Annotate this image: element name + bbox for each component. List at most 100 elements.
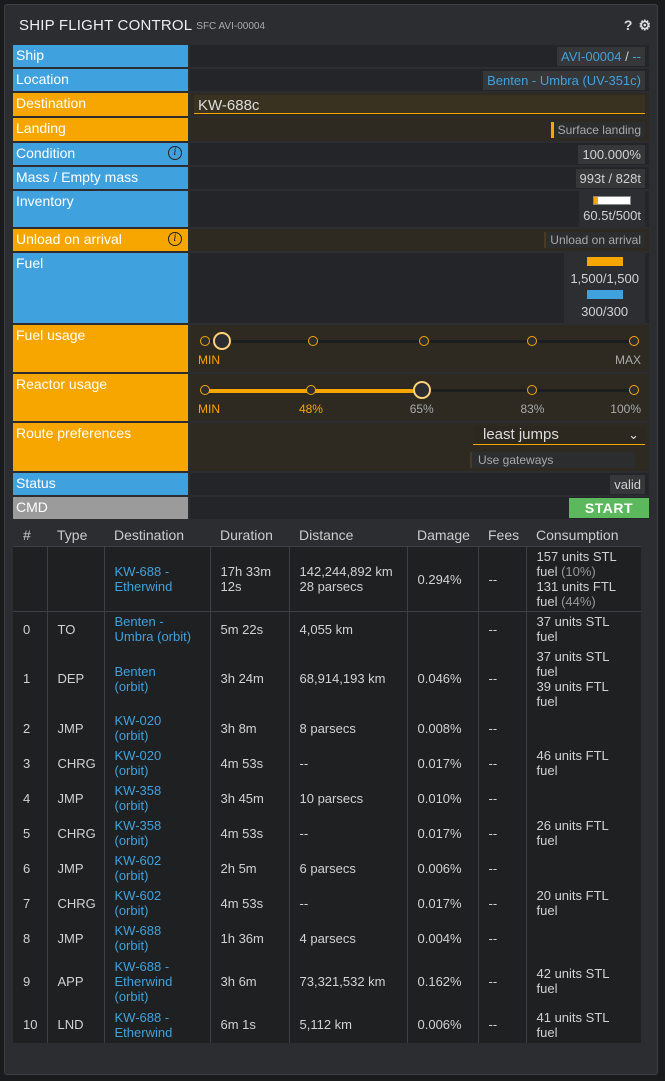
- info-icon[interactable]: i: [168, 232, 182, 246]
- gear-icon[interactable]: ⚙: [638, 17, 651, 34]
- row-num-text: 6: [23, 860, 31, 876]
- destination-link[interactable]: (orbit): [115, 938, 149, 953]
- destination-link[interactable]: KW-020: [115, 713, 162, 728]
- summary-row: KW-688 - Etherwind 17h 33m 12s 142,244,89…: [13, 546, 641, 612]
- destination-link[interactable]: KW-688: [115, 923, 162, 938]
- table-row: 6 JMP KW-602 (orbit) 2h 5m 6 parsecs 0.006% --: [13, 850, 641, 886]
- row-destination[interactable]: KW-358 (orbit): [103, 815, 210, 851]
- destination-link[interactable]: KW-602: [115, 853, 162, 868]
- summary-destination[interactable]: KW-688 - Etherwind: [103, 546, 210, 612]
- row-type: DEP: [46, 646, 104, 711]
- route-select-value: least jumps: [483, 426, 559, 443]
- fuel-usage-handle[interactable]: [213, 332, 231, 350]
- info-icon[interactable]: i: [168, 146, 182, 160]
- row-distance-text: 5,112 km: [299, 1017, 353, 1032]
- row-duration: 4m 53s: [209, 745, 289, 781]
- row-consumption: [525, 710, 641, 746]
- reactor-usage-stop[interactable]: [200, 385, 210, 395]
- reactor-usage-slider[interactable]: MIN 48% 65% 83% 100%: [198, 374, 641, 421]
- cmd-label: CMD: [13, 497, 188, 519]
- route-select[interactable]: least jumps ⌄: [473, 426, 645, 445]
- consumption-line: 42 units STL: [536, 966, 610, 981]
- ship-value: AVI-00004 / --: [557, 46, 645, 66]
- row-type: LND: [46, 1006, 104, 1043]
- destination-link[interactable]: KW-688 -: [115, 1010, 170, 1025]
- col-distance: Distance: [289, 523, 407, 547]
- row-fees-text: --: [488, 895, 498, 911]
- destination-link[interactable]: KW-688 -: [115, 959, 170, 974]
- fuel-usage-stop[interactable]: [527, 336, 538, 346]
- destination-link[interactable]: (orbit): [115, 903, 149, 918]
- destination-link[interactable]: (orbit): [115, 763, 149, 778]
- row-fees: --: [477, 850, 526, 886]
- row-damage-text: 0.008%: [417, 720, 462, 736]
- destination-input[interactable]: KW-688c: [194, 95, 645, 114]
- unload-row: Unload on arrival i Unload on arrival: [13, 229, 649, 251]
- consumption-line: fuel: [536, 663, 558, 679]
- row-distance: --: [288, 815, 407, 851]
- destination-link[interactable]: (orbit): [115, 798, 149, 813]
- destination-link[interactable]: (orbit): [115, 989, 149, 1004]
- row-duration: 5m 22s: [209, 611, 289, 647]
- stl-fuel-bar-fill: [586, 257, 623, 267]
- row-damage-text: 0.006%: [417, 1017, 462, 1032]
- destination-link[interactable]: Benten -: [115, 614, 164, 629]
- row-num-text: 0: [23, 621, 31, 637]
- start-button[interactable]: START: [568, 498, 649, 518]
- destination-link[interactable]: (orbit): [115, 728, 149, 743]
- fuel-usage-stop[interactable]: [308, 336, 319, 346]
- row-fees: --: [477, 1006, 526, 1043]
- destination-link[interactable]: KW-602: [115, 888, 162, 903]
- ship-link[interactable]: AVI-00004: [561, 49, 621, 64]
- row-destination[interactable]: KW-602 (orbit): [103, 885, 210, 921]
- destination-link[interactable]: Umbra (orbit): [115, 629, 192, 644]
- use-gateways-toggle[interactable]: Use gateways: [470, 452, 635, 468]
- destination-link[interactable]: (orbit): [115, 868, 149, 883]
- fuel-usage-stop[interactable]: [629, 336, 639, 346]
- reactor-usage-stop[interactable]: [527, 385, 538, 395]
- location-label: Location: [13, 69, 188, 91]
- consumption-line: 20 units FTL: [536, 888, 609, 903]
- row-destination[interactable]: KW-688 (orbit): [103, 920, 210, 956]
- row-destination[interactable]: KW-688 - Etherwind: [103, 1006, 210, 1043]
- reactor-usage-stop[interactable]: [305, 385, 316, 395]
- destination-link[interactable]: Etherwind: [115, 974, 173, 989]
- consumption-line: 131 units FTL: [536, 579, 617, 594]
- consumption-line: fuel: [536, 564, 562, 579]
- consumption-line: 157 units STL: [536, 549, 617, 564]
- fuel-usage-slider[interactable]: MIN MAX: [198, 325, 641, 372]
- status-value: valid: [610, 474, 645, 494]
- fuel-usage-stop[interactable]: [200, 336, 210, 346]
- reactor-tick-65: 65%: [409, 402, 434, 416]
- row-duration-text: 4m 53s: [220, 755, 264, 771]
- destination-link[interactable]: Etherwind: [115, 1025, 173, 1040]
- destination-link[interactable]: (orbit): [115, 679, 149, 694]
- row-destination[interactable]: Benten - Umbra (orbit): [103, 611, 210, 647]
- destination-link[interactable]: (orbit): [115, 833, 149, 848]
- row-destination[interactable]: KW-358 (orbit): [103, 780, 210, 816]
- fuel-usage-stop[interactable]: [418, 336, 429, 346]
- destination-link[interactable]: KW-358: [115, 818, 162, 833]
- reactor-usage-row: Reactor usage MIN 48% 65% 83% 100%: [13, 374, 649, 421]
- destination-link[interactable]: KW-358: [115, 783, 162, 798]
- summary-dest-line[interactable]: Etherwind: [115, 579, 173, 594]
- surface-landing-toggle[interactable]: Surface landing: [550, 121, 645, 138]
- ship-extra-link[interactable]: --: [632, 49, 641, 64]
- row-distance: --: [288, 745, 407, 781]
- summary-dest-line[interactable]: KW-688 -: [115, 564, 170, 579]
- row-destination[interactable]: KW-602 (orbit): [103, 850, 210, 886]
- row-fees: --: [477, 885, 526, 921]
- reactor-usage-stop[interactable]: [629, 385, 639, 395]
- row-destination[interactable]: Benten (orbit): [103, 646, 210, 711]
- unload-toggle[interactable]: Unload on arrival: [544, 232, 645, 248]
- row-destination[interactable]: KW-688 - Etherwind (orbit): [103, 955, 210, 1007]
- table-row: 10 LND KW-688 - Etherwind 6m 1s 5,112 km 0.006…: [13, 1006, 641, 1043]
- destination-link[interactable]: KW-020: [115, 748, 162, 763]
- row-destination[interactable]: KW-020 (orbit): [103, 745, 210, 781]
- help-icon[interactable]: ?: [624, 17, 633, 34]
- ship-separator: /: [621, 48, 633, 64]
- location-link[interactable]: Benten - Umbra (UV-351c): [483, 70, 645, 90]
- reactor-usage-handle[interactable]: [412, 381, 431, 399]
- destination-link[interactable]: Benten: [115, 664, 156, 679]
- row-destination[interactable]: KW-020 (orbit): [103, 710, 210, 746]
